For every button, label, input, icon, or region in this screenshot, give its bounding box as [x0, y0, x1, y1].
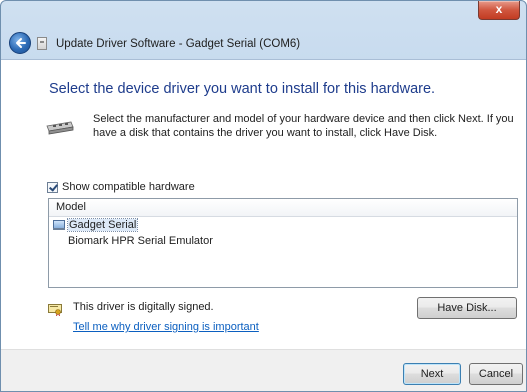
device-icon: [37, 37, 47, 50]
model-list[interactable]: Model Gadget Serial Biomark HPR Serial E…: [48, 198, 518, 288]
model-column-header[interactable]: Model: [49, 199, 517, 217]
signed-status-text: This driver is digitally signed.: [73, 301, 214, 313]
dialog-footer: Next Cancel: [1, 349, 526, 391]
window-title: Update Driver Software - Gadget Serial (…: [56, 38, 301, 50]
signed-driver-icon: [48, 304, 62, 316]
update-driver-window: x Update Driver Software - Gadget Serial…: [0, 0, 527, 392]
list-item-label: Gadget Serial: [66, 218, 139, 232]
dialog-content: Select the device driver you want to ins…: [1, 59, 526, 350]
title-bar: x Update Driver Software - Gadget Serial…: [1, 1, 526, 59]
cancel-button[interactable]: Cancel: [469, 363, 523, 385]
serial-port-icon: [53, 220, 65, 230]
show-compatible-checkbox[interactable]: [47, 181, 58, 193]
hardware-device-icon: [46, 121, 74, 135]
have-disk-button[interactable]: Have Disk...: [417, 297, 517, 319]
back-button[interactable]: [9, 32, 31, 54]
list-item-label: Biomark HPR Serial Emulator: [68, 235, 213, 247]
show-compatible-row[interactable]: Show compatible hardware: [47, 180, 195, 194]
instructions-text: Select the manufacturer and model of you…: [93, 113, 514, 139]
close-button[interactable]: x: [478, 1, 520, 20]
list-item[interactable]: Gadget Serial: [49, 217, 517, 233]
page-heading: Select the device driver you want to ins…: [49, 81, 436, 97]
show-compatible-label: Show compatible hardware: [62, 181, 195, 193]
driver-signing-link[interactable]: Tell me why driver signing is important: [73, 321, 259, 333]
list-item[interactable]: Biomark HPR Serial Emulator: [49, 233, 517, 249]
next-button[interactable]: Next: [403, 363, 461, 385]
back-arrow-icon: [16, 38, 26, 48]
